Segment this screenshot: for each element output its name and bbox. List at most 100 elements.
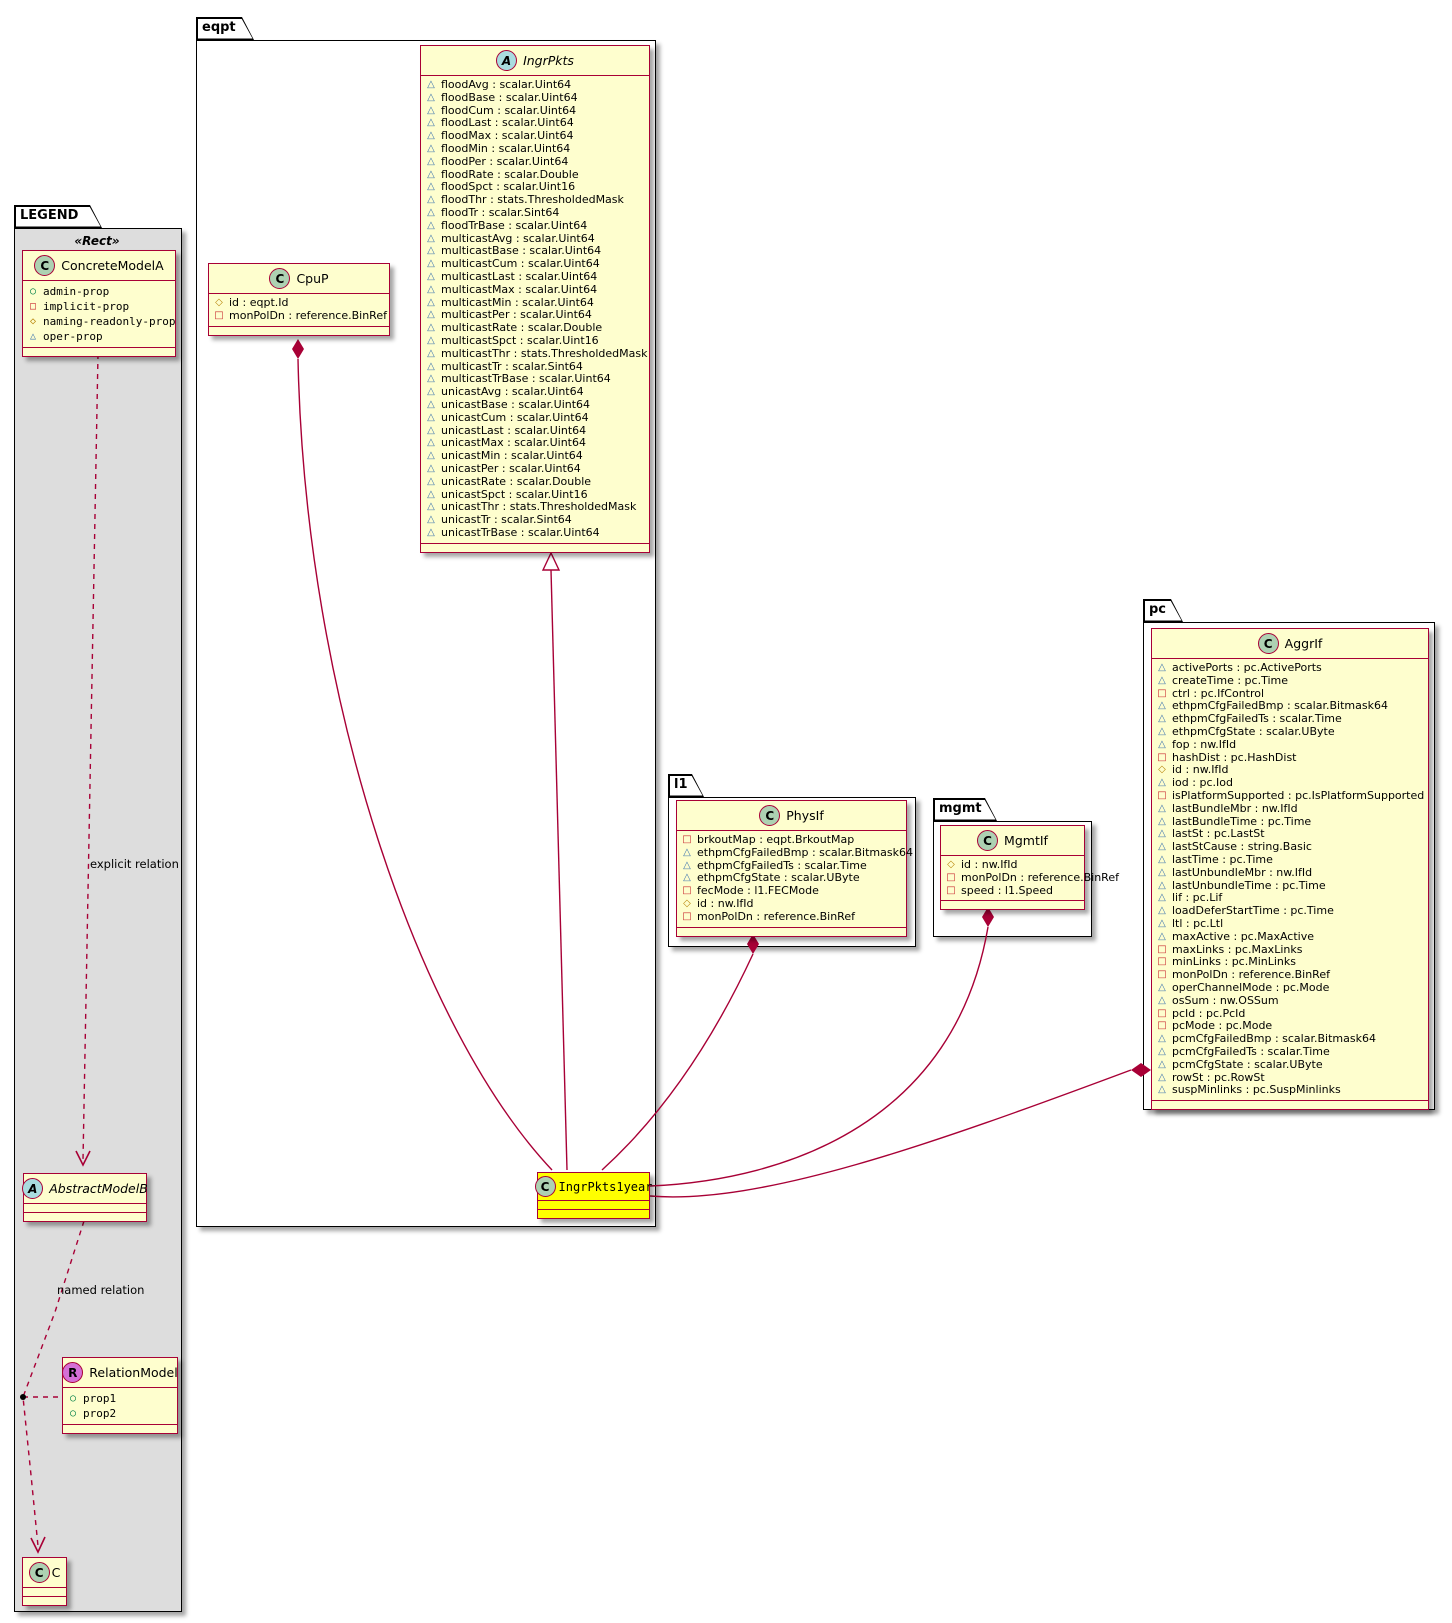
member-row: ○admin-prop — [27, 284, 170, 299]
empty-compartment — [1152, 1100, 1428, 1109]
triangle-icon: △ — [425, 233, 437, 246]
triangle-icon: △ — [1156, 816, 1168, 829]
member-row: △unicastMin : scalar.Uint64 — [425, 450, 644, 463]
package-pc-tab: pc — [1143, 599, 1183, 622]
class-members: △activePorts : pc.ActivePorts△createTime… — [1152, 658, 1428, 1100]
empty-compartment — [421, 543, 649, 552]
triangle-icon: △ — [1156, 739, 1168, 752]
triangle-icon: △ — [425, 514, 437, 527]
member-text: multicastMax : scalar.Uint64 — [441, 284, 597, 297]
package-mgmt-label: mgmt — [939, 801, 982, 816]
class-aggrif: C AggrIf △activePorts : pc.ActivePorts△c… — [1151, 628, 1429, 1110]
triangle-icon: △ — [1156, 841, 1168, 854]
square-icon: □ — [213, 310, 225, 323]
class-ingrpkts: A IngrPkts △floodAvg : scalar.Uint64△flo… — [420, 45, 650, 553]
triangle-icon: △ — [425, 156, 437, 169]
member-text: monPolDn : reference.BinRef — [697, 911, 855, 924]
square-icon: □ — [681, 885, 693, 898]
diamond-icon: ◇ — [213, 297, 225, 310]
member-row: △unicastTrBase : scalar.Uint64 — [425, 527, 644, 540]
member-row: △maxActive : pc.MaxActive — [1156, 931, 1423, 944]
class-header: C MgmtIf — [941, 826, 1084, 855]
member-row: △ltl : pc.Ltl — [1156, 918, 1423, 931]
triangle-icon: △ — [1156, 867, 1168, 880]
empty-compartment — [23, 347, 175, 356]
member-text: naming-readonly-prop — [43, 314, 175, 329]
triangle-icon: △ — [681, 872, 693, 885]
member-text: pcmCfgFailedTs : scalar.Time — [1172, 1046, 1330, 1059]
member-text: multicastThr : stats.ThresholdedMask — [441, 348, 647, 361]
member-row: △floodTr : scalar.Sint64 — [425, 207, 644, 220]
empty-compartment — [941, 900, 1084, 909]
triangle-icon: △ — [1156, 1033, 1168, 1046]
member-row: △ethpmCfgState : scalar.UByte — [1156, 726, 1423, 739]
square-icon: □ — [681, 834, 693, 847]
member-text: unicastAvg : scalar.Uint64 — [441, 386, 584, 399]
diamond-icon: ◇ — [1156, 764, 1168, 777]
member-row: △ethpmCfgFailedBmp : scalar.Bitmask64 — [681, 847, 901, 860]
member-row: △floodPer : scalar.Uint64 — [425, 156, 644, 169]
triangle-icon: △ — [425, 271, 437, 284]
class-header: C CpuP — [209, 264, 389, 293]
relation-aggrif-ingrpkts1year — [650, 1070, 1131, 1197]
square-icon: □ — [27, 299, 39, 314]
member-text: admin-prop — [43, 284, 109, 299]
triangle-icon: △ — [425, 437, 437, 450]
member-text: osSum : nw.OSSum — [1172, 995, 1279, 1008]
triangle-icon: △ — [425, 92, 437, 105]
member-text: pcmCfgState : scalar.UByte — [1172, 1059, 1323, 1072]
member-text: floodMin : scalar.Uint64 — [441, 143, 570, 156]
member-text: speed : l1.Speed — [961, 885, 1053, 898]
member-text: multicastLast : scalar.Uint64 — [441, 271, 597, 284]
member-text: oper-prop — [43, 329, 103, 344]
member-text: implicit-prop — [43, 299, 129, 314]
triangle-icon: △ — [425, 322, 437, 335]
square-icon: □ — [1156, 969, 1168, 982]
member-row: △floodTrBase : scalar.Uint64 — [425, 220, 644, 233]
triangle-icon: △ — [425, 130, 437, 143]
member-text: unicastTr : scalar.Sint64 — [441, 514, 572, 527]
member-row: △multicastThr : stats.ThresholdedMask — [425, 348, 644, 361]
member-text: suspMinlinks : pc.SuspMinlinks — [1172, 1084, 1341, 1097]
member-text: unicastMin : scalar.Uint64 — [441, 450, 583, 463]
class-badge-icon: A — [496, 50, 517, 71]
empty-compartment — [24, 1203, 146, 1212]
square-icon: □ — [945, 872, 957, 885]
class-members: △floodAvg : scalar.Uint64△floodBase : sc… — [421, 75, 649, 543]
class-badge-icon: C — [29, 1562, 50, 1583]
member-text: ltl : pc.Ltl — [1172, 918, 1223, 931]
triangle-icon: △ — [425, 527, 437, 540]
triangle-icon: △ — [425, 79, 437, 92]
square-icon: □ — [1156, 944, 1168, 957]
member-text: id : nw.IfId — [697, 898, 754, 911]
package-eqpt-label: eqpt — [202, 20, 236, 35]
diamond-icon: ◇ — [945, 859, 957, 872]
class-mgmtif: C MgmtIf ◇id : nw.IfId□monPolDn : refere… — [940, 825, 1085, 910]
class-header: A AbstractModelB — [24, 1174, 146, 1203]
triangle-icon: △ — [1156, 1046, 1168, 1059]
triangle-icon: △ — [425, 501, 437, 514]
triangle-icon: △ — [425, 399, 437, 412]
member-row: △operChannelMode : pc.Mode — [1156, 982, 1423, 995]
triangle-icon: △ — [425, 245, 437, 258]
named-relation-label: named relation — [57, 1283, 144, 1297]
class-badge-icon: C — [535, 1176, 556, 1197]
member-text: unicastRate : scalar.Double — [441, 476, 591, 489]
member-row: △ lastUnbundleMbr : nw.IfId — [1156, 867, 1423, 880]
member-text: lastTime : pc.Time — [1172, 854, 1273, 867]
member-row: △ pcmCfgFailedTs : scalar.Time — [1156, 1046, 1423, 1059]
member-text: ethpmCfgState : scalar.UByte — [1172, 726, 1335, 739]
class-badge-icon: R — [62, 1362, 83, 1383]
class-header: R RelationModel — [63, 1358, 177, 1387]
triangle-icon: △ — [425, 309, 437, 322]
member-row: △lastBundleMbr : nw.IfId — [1156, 803, 1423, 816]
member-row: △suspMinlinks : pc.SuspMinlinks — [1156, 1084, 1423, 1097]
member-text: lastUnbundleMbr : nw.IfId — [1172, 867, 1312, 880]
triangle-icon: △ — [1156, 700, 1168, 713]
square-icon: □ — [945, 885, 957, 898]
class-name: ConcreteModelA — [61, 258, 163, 273]
class-relationmodel: R RelationModel ○prop1○prop2 — [62, 1357, 178, 1434]
triangle-icon: △ — [425, 373, 437, 386]
member-row: △floodAvg : scalar.Uint64 — [425, 79, 644, 92]
member-row: □monPolDn : reference.BinRef — [1156, 969, 1423, 982]
